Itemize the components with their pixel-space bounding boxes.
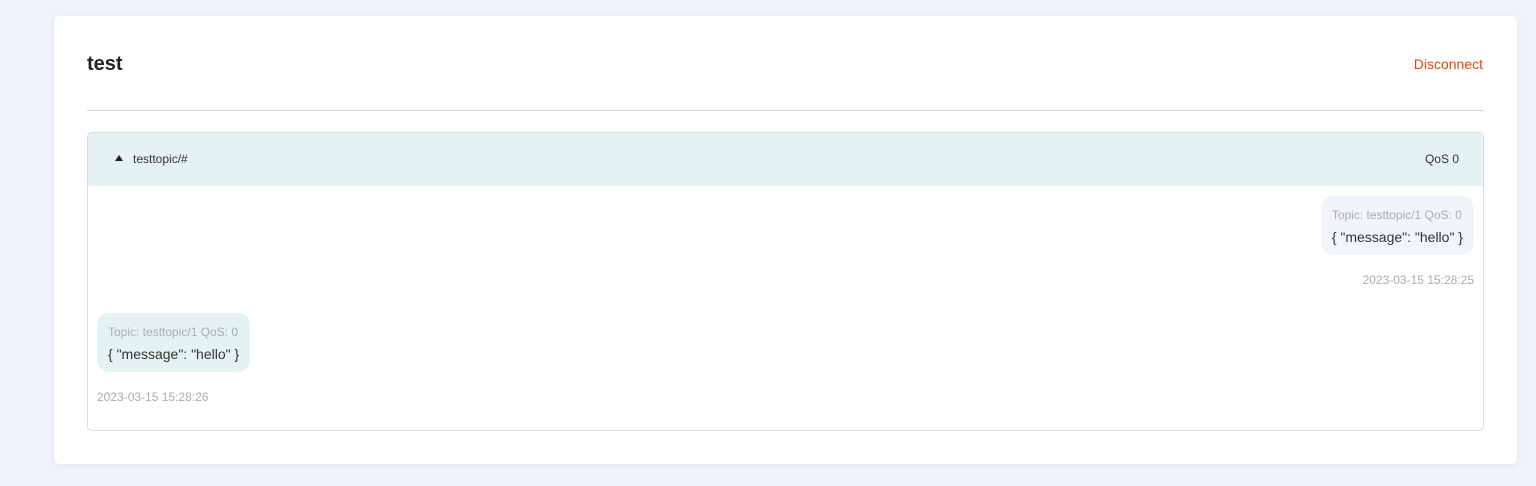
subscription-qos: QoS 0 [1424, 152, 1459, 166]
message-bubble-incoming: Topic: testtopic/1 QoS: 0 { "message": "… [97, 313, 251, 372]
message-bubble-outgoing: Topic: testtopic/1 QoS: 0 { "message": "… [1320, 196, 1474, 255]
message-timestamp: 2023-03-15 15:28:26 [97, 390, 209, 404]
subscription-topic: testtopic/# [133, 152, 188, 166]
caret-up-icon[interactable] [115, 155, 123, 161]
connection-card: test Disconnect testtopic/# QoS 0 Topic:… [54, 16, 1517, 464]
message-payload: { "message": "hello" } [1331, 229, 1463, 245]
message-meta: Topic: testtopic/1 QoS: 0 [1331, 208, 1462, 222]
message-payload: { "message": "hello" } [108, 346, 240, 362]
subscription-panel: testtopic/# QoS 0 Topic: testtopic/1 QoS… [87, 132, 1484, 431]
subscription-header[interactable]: testtopic/# QoS 0 [88, 133, 1483, 186]
message-meta: Topic: testtopic/1 QoS: 0 [108, 325, 239, 339]
connection-title: test [87, 53, 123, 75]
divider [87, 110, 1484, 111]
message-timestamp: 2023-03-15 15:28:25 [1362, 273, 1474, 287]
disconnect-button[interactable]: Disconnect [1414, 56, 1483, 72]
